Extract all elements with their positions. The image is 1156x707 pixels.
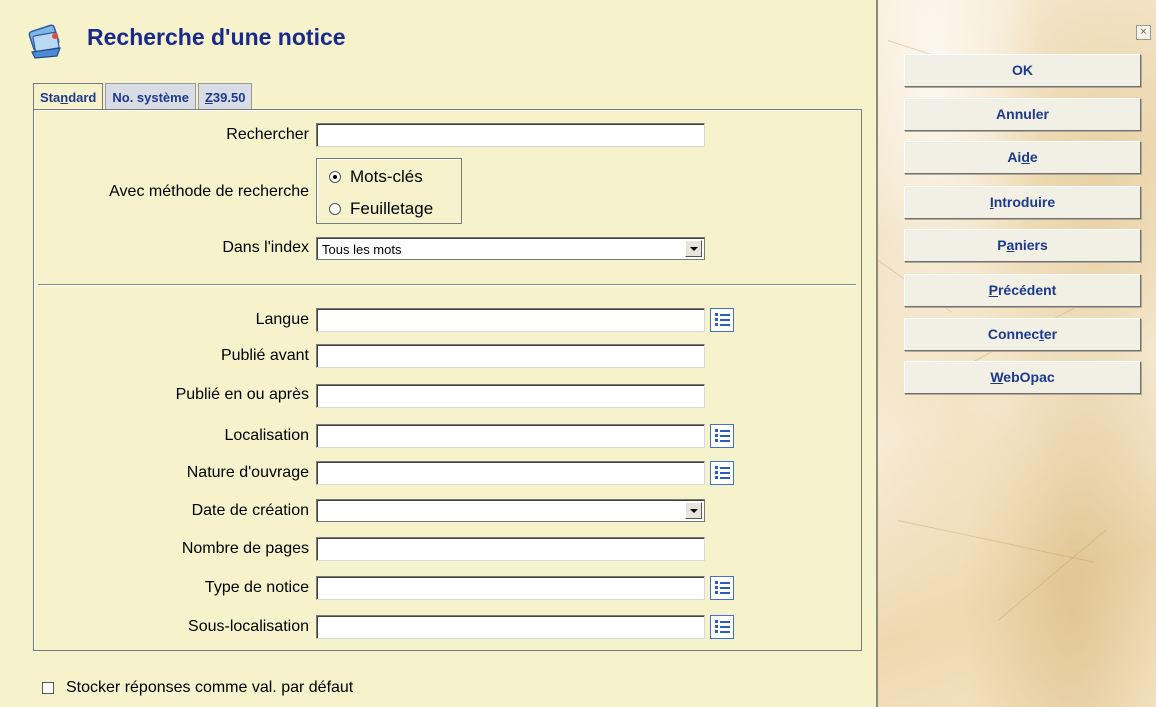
radio-mots-cles-label: Mots-clés (350, 167, 423, 186)
methode-label: Avec méthode de recherche (109, 183, 309, 200)
list-icon[interactable] (710, 576, 734, 600)
rechercher-label: Rechercher (226, 126, 309, 143)
aide-button[interactable]: Aide (904, 141, 1141, 174)
index-label: Dans l'index (222, 239, 309, 256)
page-title: Recherche d'une notice (87, 24, 346, 50)
tab-z3950[interactable]: Z39.50 (197, 83, 253, 110)
nombre-pages-input[interactable] (316, 537, 705, 561)
radio-button[interactable] (329, 203, 341, 215)
tab-bar: Standard No. système Z39.50 (33, 83, 254, 110)
search-record-icon (28, 24, 61, 59)
store-defaults-label: Stocker réponses comme val. par défaut (66, 679, 354, 696)
radio-button[interactable] (329, 171, 341, 183)
methode-radio-group: Mots-clés Feuilletage (316, 158, 462, 224)
radio-feuilletage-label: Feuilletage (350, 199, 434, 218)
langue-input[interactable] (316, 308, 705, 332)
sous-localisation-input[interactable] (316, 615, 705, 639)
paniers-button[interactable]: Paniers (904, 229, 1141, 262)
radio-feuilletage[interactable]: Feuilletage (329, 199, 433, 219)
date-creation-label: Date de création (191, 502, 309, 519)
ok-button[interactable]: OK (904, 54, 1141, 87)
list-icon[interactable] (710, 461, 734, 485)
publie-apres-input[interactable] (316, 384, 705, 408)
nombre-pages-label: Nombre de pages (181, 540, 309, 557)
webopac-button[interactable]: WebOpac (904, 361, 1141, 394)
nature-ouvrage-label: Nature d'ouvrage (186, 464, 309, 481)
publie-avant-input[interactable] (316, 344, 705, 368)
list-icon[interactable] (710, 615, 734, 639)
close-icon[interactable]: × (1136, 25, 1151, 40)
type-notice-label: Type de notice (204, 579, 309, 596)
type-notice-input[interactable] (316, 576, 705, 600)
annuler-button[interactable]: Annuler (904, 98, 1141, 131)
store-defaults-checkbox[interactable] (42, 682, 54, 694)
introduire-button[interactable]: Introduire (904, 186, 1141, 219)
publie-apres-label: Publié en ou après (175, 386, 309, 403)
store-defaults-row[interactable]: Stocker réponses comme val. par défaut (42, 679, 353, 697)
chevron-down-icon[interactable] (685, 240, 702, 257)
nature-ouvrage-input[interactable] (316, 461, 705, 485)
publie-avant-label: Publié avant (220, 347, 309, 364)
list-icon[interactable] (710, 308, 734, 332)
index-select[interactable]: Tous les mots (316, 237, 705, 260)
localisation-input[interactable] (316, 424, 705, 448)
radio-mots-cles[interactable]: Mots-clés (329, 167, 423, 187)
list-icon[interactable] (710, 424, 734, 448)
rechercher-input[interactable] (316, 123, 705, 147)
index-select-value: Tous les mots (322, 242, 402, 257)
tab-standard[interactable]: Standard (33, 83, 104, 110)
chevron-down-icon[interactable] (685, 502, 702, 519)
localisation-label: Localisation (224, 427, 310, 444)
date-creation-select[interactable] (316, 499, 705, 522)
tab-no-systeme[interactable]: No. système (105, 83, 196, 110)
sous-localisation-label: Sous-localisation (188, 618, 309, 635)
separator (38, 284, 856, 286)
connecter-button[interactable]: Connecter (904, 318, 1141, 351)
precedent-button[interactable]: Précédent (904, 274, 1141, 307)
langue-label: Langue (255, 311, 309, 328)
